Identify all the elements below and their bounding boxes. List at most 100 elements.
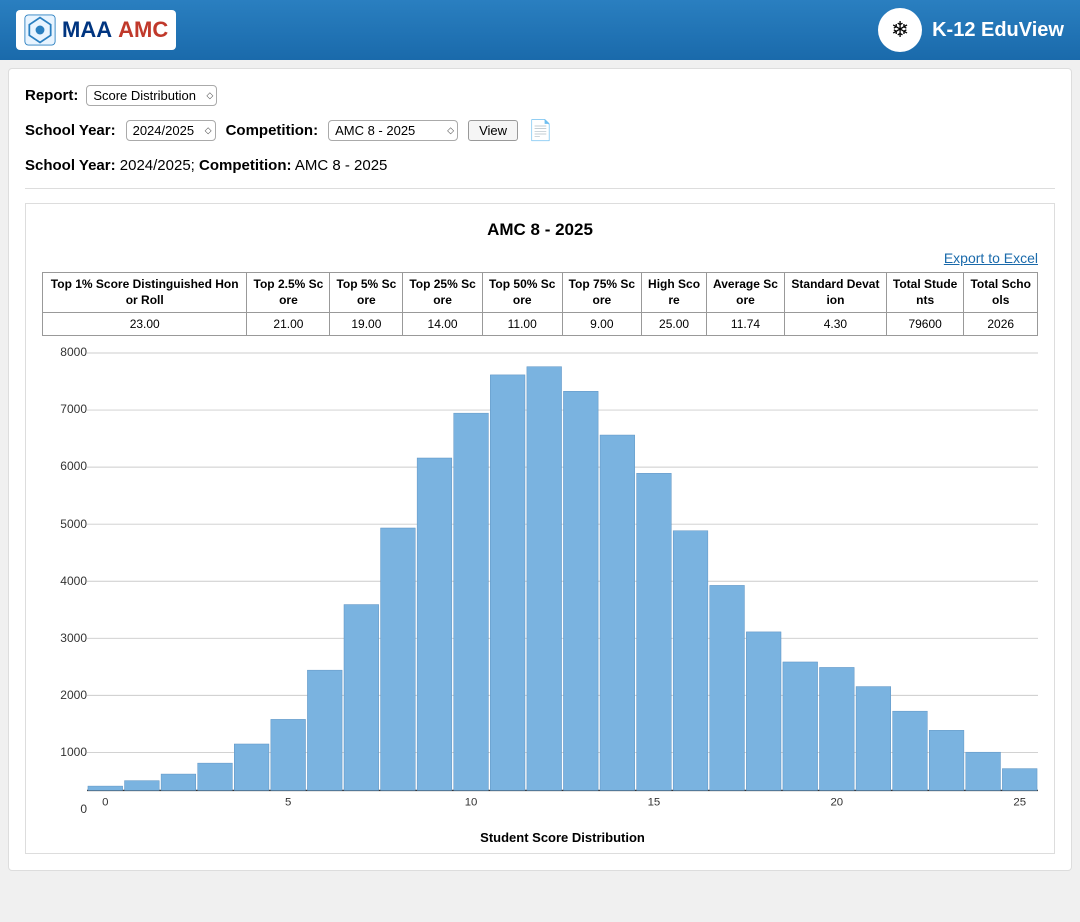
bar-score-18[interactable] <box>746 632 781 791</box>
competition-label: Competition: <box>226 122 318 139</box>
td-avg-score: 11.74 <box>706 313 784 336</box>
bar-score-15[interactable] <box>637 473 672 790</box>
th-top5: Top 5% Score <box>330 273 403 313</box>
table-data-row: 23.00 21.00 19.00 14.00 11.00 9.00 25.00… <box>43 313 1038 336</box>
snowflake-icon: ❄ <box>891 17 909 43</box>
td-top50: 11.00 <box>482 313 562 336</box>
bar-score-5[interactable] <box>271 720 306 791</box>
report-selector[interactable]: Score Distribution <box>86 85 217 106</box>
y-label-1000: 1000 <box>42 746 87 758</box>
bar-score-12[interactable] <box>527 367 562 791</box>
school-year-selector-wrapper[interactable]: 2024/2025 <box>126 120 216 141</box>
y-label-3000: 3000 <box>42 632 87 644</box>
x-label-15: 15 <box>648 797 661 809</box>
td-high-score: 25.00 <box>642 313 707 336</box>
competition-selector[interactable]: AMC 8 - 2025 <box>328 120 458 141</box>
bar-score-25[interactable] <box>1002 769 1037 791</box>
subtitle-line: School Year: 2024/2025; Competition: AMC… <box>25 157 1055 189</box>
school-year-label: School Year: <box>25 122 116 139</box>
td-top1: 23.00 <box>43 313 247 336</box>
bar-score-11[interactable] <box>490 375 525 791</box>
header-right: ❄ K-12 EduView <box>878 8 1064 52</box>
chart-container: AMC 8 - 2025 Export to Excel Top 1% Scor… <box>25 203 1055 854</box>
y-label-7000: 7000 <box>42 403 87 415</box>
bar-score-9[interactable] <box>417 458 452 790</box>
bar-score-0[interactable] <box>88 786 123 790</box>
filters-line: School Year: 2024/2025 Competition: AMC … <box>25 118 1055 143</box>
x-label-20: 20 <box>830 797 843 809</box>
header: MAA AMC ❄ K-12 EduView <box>0 0 1080 60</box>
td-top25: 14.00 <box>403 313 483 336</box>
subtitle-school-year-value: 2024/2025; <box>120 157 199 174</box>
logo-box: MAA AMC <box>16 10 176 50</box>
th-top75: Top 75% Score <box>562 273 642 313</box>
histogram-wrapper: 8000 7000 6000 5000 4000 3000 2000 1000 … <box>42 346 1038 845</box>
y-label-0: 0 <box>42 803 87 815</box>
logo-area: MAA AMC <box>16 10 176 50</box>
logo-image-icon <box>24 14 56 46</box>
bar-score-22[interactable] <box>893 711 928 790</box>
bar-score-16[interactable] <box>673 531 708 791</box>
th-high-score: High Score <box>642 273 707 313</box>
td-top5: 19.00 <box>330 313 403 336</box>
th-top2-5: Top 2.5% Score <box>247 273 330 313</box>
subtitle-competition-value: AMC 8 - 2025 <box>295 157 388 174</box>
y-axis: 8000 7000 6000 5000 4000 3000 2000 1000 … <box>42 346 87 845</box>
stats-table: Top 1% Score Distinguished Honor Roll To… <box>42 272 1038 336</box>
td-total-students: 79600 <box>886 313 964 336</box>
export-to-excel-link[interactable]: Export to Excel <box>42 250 1038 266</box>
table-header-row: Top 1% Score Distinguished Honor Roll To… <box>43 273 1038 313</box>
app-icon: ❄ <box>878 8 922 52</box>
bar-score-23[interactable] <box>929 731 964 791</box>
bar-score-1[interactable] <box>125 781 160 791</box>
x-label-10: 10 <box>465 797 478 809</box>
bar-score-21[interactable] <box>856 687 891 791</box>
subtitle-competition-label: Competition: <box>199 157 291 174</box>
bar-score-14[interactable] <box>600 435 635 790</box>
td-top75: 9.00 <box>562 313 642 336</box>
y-label-6000: 6000 <box>42 460 87 472</box>
bar-score-7[interactable] <box>344 605 379 791</box>
bar-score-17[interactable] <box>710 586 745 791</box>
report-line: Report: Score Distribution <box>25 85 1055 106</box>
bar-score-10[interactable] <box>454 413 489 790</box>
bar-score-24[interactable] <box>966 752 1001 790</box>
pdf-icon[interactable]: 📄 <box>528 118 553 143</box>
bar-score-8[interactable] <box>381 528 416 790</box>
td-std-dev: 4.30 <box>785 313 887 336</box>
y-label-8000: 8000 <box>42 346 87 358</box>
th-std-dev: Standard Devation <box>785 273 887 313</box>
logo-amc-text: AMC <box>118 17 168 43</box>
bar-score-2[interactable] <box>161 774 196 790</box>
bar-score-6[interactable] <box>307 670 342 790</box>
y-label-5000: 5000 <box>42 518 87 530</box>
bar-score-3[interactable] <box>198 763 233 790</box>
th-top25: Top 25% Score <box>403 273 483 313</box>
y-label-4000: 4000 <box>42 575 87 587</box>
x-label-0: 0 <box>102 797 108 809</box>
th-avg-score: Average Score <box>706 273 784 313</box>
td-total-schools: 2026 <box>964 313 1038 336</box>
histogram-area: 0 5 10 15 20 25 Student Score Distribution <box>87 346 1038 845</box>
main-content: Report: Score Distribution School Year: … <box>8 68 1072 871</box>
histogram-svg: 0 5 10 15 20 25 <box>87 346 1038 826</box>
report-selector-wrapper[interactable]: Score Distribution <box>86 85 217 106</box>
logo-maa-text: MAA <box>62 17 112 43</box>
bar-score-20[interactable] <box>819 668 854 791</box>
y-label-2000: 2000 <box>42 689 87 701</box>
x-label-5: 5 <box>285 797 291 809</box>
view-button[interactable]: View <box>468 120 518 141</box>
app-title: K-12 EduView <box>932 19 1064 42</box>
th-top50: Top 50% Score <box>482 273 562 313</box>
bar-score-19[interactable] <box>783 662 818 791</box>
x-axis-label: Student Score Distribution <box>87 830 1038 845</box>
competition-selector-wrapper[interactable]: AMC 8 - 2025 <box>328 120 458 141</box>
report-label: Report: <box>25 87 78 104</box>
bar-score-13[interactable] <box>563 391 598 790</box>
school-year-selector[interactable]: 2024/2025 <box>126 120 216 141</box>
th-total-schools: Total Schools <box>964 273 1038 313</box>
bar-score-4[interactable] <box>234 744 269 790</box>
chart-title: AMC 8 - 2025 <box>42 220 1038 240</box>
x-label-25: 25 <box>1013 797 1026 809</box>
th-top1: Top 1% Score Distinguished Honor Roll <box>43 273 247 313</box>
